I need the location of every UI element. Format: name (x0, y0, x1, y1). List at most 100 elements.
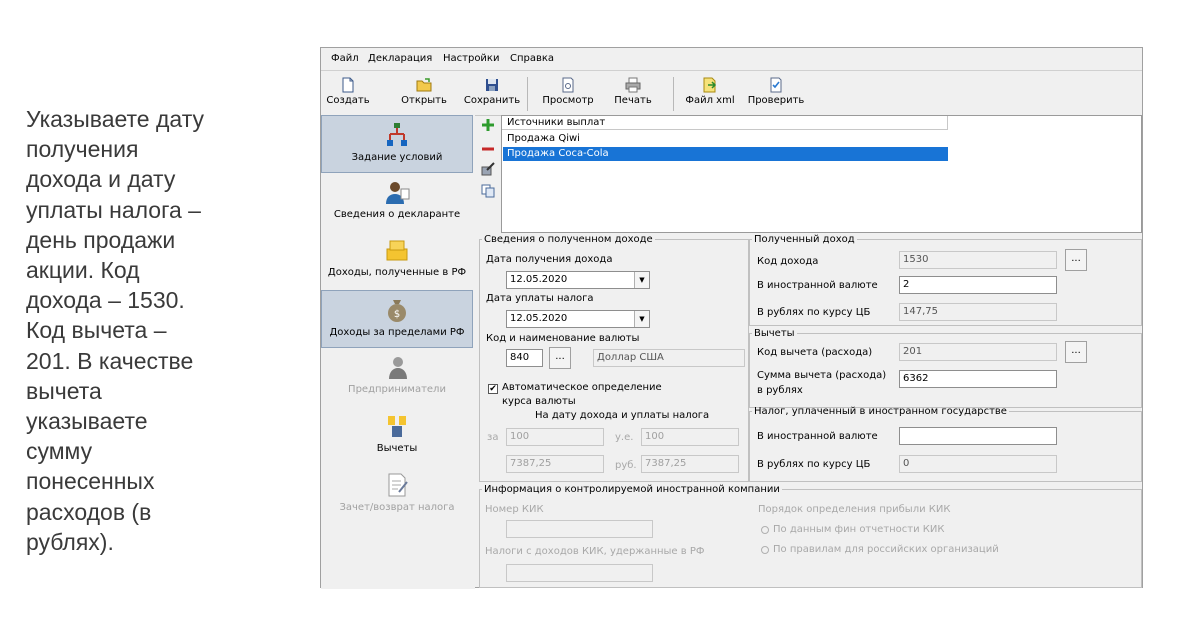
copy-icon[interactable] (481, 184, 495, 198)
foreign-tax-currency-label: В иностранной валюте (757, 431, 878, 442)
income-date-label: Дата получения дохода (486, 254, 613, 265)
add-icon[interactable] (481, 118, 495, 132)
sources-list[interactable]: Источники выплат Продажа Qiwi Продажа Co… (501, 115, 1142, 233)
list-item[interactable]: Продажа Coca-Cola (503, 147, 948, 161)
kik-option2-label: По правилам для российских организаций (773, 544, 999, 555)
printer-icon (625, 77, 641, 93)
sidebar: Задание условий Сведения о декларанте До… (321, 115, 475, 589)
caption-line: сумму (26, 438, 93, 465)
sidebar-item-label: Зачет/возврат налога (339, 502, 455, 513)
kik-option1-radio[interactable] (761, 526, 769, 534)
caption-line: уплаты налога – (26, 196, 201, 223)
tax-date-value: 12.05.2020 (510, 313, 568, 324)
foreign-tax-rub-field: 0 (899, 455, 1057, 473)
deductions-group: Вычеты (749, 328, 1142, 408)
menu-bar: Файл Декларация Настройки Справка (321, 48, 1142, 71)
for-label: за (487, 432, 499, 443)
sidebar-item-declarant[interactable]: Сведения о декларанте (321, 173, 473, 231)
sidebar-item-label: Предприниматели (348, 384, 446, 395)
preview-label: Просмотр (542, 95, 594, 106)
sidebar-item-conditions[interactable]: Задание условий (321, 115, 473, 173)
deductions-icon (388, 416, 406, 437)
sidebar-item-income-abroad[interactable]: $ Доходы за пределами РФ (321, 290, 473, 348)
xml-export-icon (703, 77, 717, 93)
caption-line: 201. В качестве (26, 347, 194, 374)
xml-file-button[interactable]: Файл xml (681, 75, 739, 113)
person-icon (386, 182, 410, 204)
open-label: Открыть (401, 95, 447, 106)
caption-line: расходов (в (26, 498, 152, 525)
document-icon (388, 473, 408, 497)
remove-icon[interactable] (481, 142, 495, 156)
sidebar-item-income-rf[interactable]: Доходы, полученные в РФ (321, 231, 473, 289)
chevron-down-icon[interactable]: ▼ (634, 311, 649, 327)
sidebar-item-label: Сведения о декларанте (333, 209, 461, 220)
deduction-sum-label-2: в рублях (757, 385, 803, 396)
foreign-tax-currency-field[interactable] (899, 427, 1057, 445)
kik-taxes-field (506, 564, 653, 582)
caption-text: Указываете дату получения дохода и дату … (26, 104, 286, 557)
menu-help[interactable]: Справка (510, 53, 554, 64)
caption-line: получения (26, 136, 139, 163)
sidebar-item-label: Доходы, полученные в РФ (327, 267, 467, 278)
menu-settings[interactable]: Настройки (443, 53, 499, 64)
menu-declaration[interactable]: Декларация (368, 53, 432, 64)
rub-label: руб. (615, 460, 637, 471)
menu-file[interactable]: Файл (331, 53, 359, 64)
currency-select-button[interactable]: ... (549, 347, 571, 369)
deduction-code-select-button[interactable]: ... (1065, 341, 1087, 363)
income-date-field[interactable]: 12.05.2020 ▼ (506, 271, 650, 289)
tax-date-label: Дата уплаты налога (486, 293, 594, 304)
businessman-icon (389, 357, 407, 379)
sidebar-item-label: Вычеты (376, 443, 418, 454)
income-date-value: 12.05.2020 (510, 274, 568, 285)
sidebar-item-deductions[interactable]: Вычеты (321, 407, 473, 465)
save-label: Сохранить (463, 95, 521, 106)
check-button[interactable]: Проверить (745, 75, 807, 113)
save-button[interactable]: Сохранить (463, 75, 521, 113)
deductions-legend: Вычеты (754, 328, 795, 339)
kik-number-field (506, 520, 653, 538)
income-code-select-button[interactable]: ... (1065, 249, 1087, 271)
caption-line: акции. Код (26, 257, 140, 284)
currency-label: Код и наименование валюты (486, 333, 640, 344)
list-item[interactable]: Продажа Qiwi (503, 132, 948, 146)
chevron-down-icon[interactable]: ▼ (634, 272, 649, 288)
preview-button[interactable]: Просмотр (539, 75, 597, 113)
units-label: у.е. (615, 432, 634, 443)
print-button[interactable]: Печать (607, 75, 659, 113)
kik-number-label: Номер КИК (485, 504, 544, 515)
auto-rate-checkbox[interactable]: ✔ (488, 384, 498, 394)
open-button[interactable]: Открыть (399, 75, 449, 113)
new-file-icon (342, 77, 354, 93)
kik-option2-radio[interactable] (761, 546, 769, 554)
caption-line: вычета (26, 377, 102, 404)
received-income-legend: Полученный доход (754, 234, 855, 245)
coins-icon (386, 240, 408, 261)
currency-code-field[interactable]: 840 (506, 349, 543, 367)
sidebar-item-label: Задание условий (351, 152, 443, 163)
currency-name-field: Доллар США (593, 349, 745, 367)
foreign-tax-legend: Налог, уплаченный в иностранном государс… (754, 406, 1007, 417)
sidebar-item-tax-refund[interactable]: Зачет/возврат налога (321, 466, 473, 524)
caption-line: указываете (26, 408, 148, 435)
tax-date-field[interactable]: 12.05.2020 ▼ (506, 310, 650, 328)
caption-line: дохода – 1530. (26, 287, 185, 314)
auto-rate-label: Автоматическое определение (502, 382, 662, 393)
preview-icon (562, 77, 574, 93)
edit-icon[interactable] (481, 162, 495, 176)
foreign-currency-field[interactable]: 2 (899, 276, 1057, 294)
create-button[interactable]: Создать (325, 75, 371, 113)
caption-line: Указываете дату (26, 106, 204, 132)
kik-profit-label: Порядок определения прибыли КИК (758, 504, 951, 515)
sidebar-item-entrepreneurs[interactable]: Предприниматели (321, 348, 473, 406)
deduction-code-field: 201 (899, 343, 1057, 361)
kik-taxes-label: Налоги с доходов КИК, удержанные в РФ (485, 546, 705, 557)
sidebar-item-label: Доходы за пределами РФ (329, 327, 465, 338)
rub-cb-label: В рублях по курсу ЦБ (757, 307, 871, 318)
kik-legend: Информация о контролируемой иностранной … (484, 484, 780, 495)
deduction-sum-field[interactable]: 6362 (899, 370, 1057, 388)
rub-cb-field: 147,75 (899, 303, 1057, 321)
tax-units-field: 100 (641, 428, 739, 446)
sources-column-header[interactable]: Источники выплат (502, 116, 948, 130)
